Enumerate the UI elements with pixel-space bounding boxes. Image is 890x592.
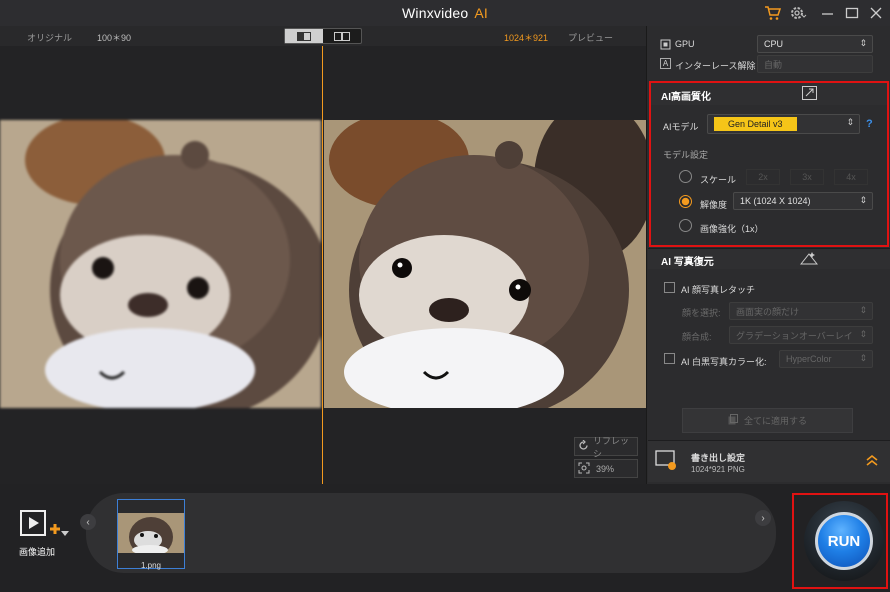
updown-icon: ⇕ [859, 353, 867, 363]
restore-title: AI 写真復元 [661, 257, 714, 268]
colorize-label: AI 白黒写真カラー化: [681, 357, 767, 367]
gpu-label: GPU [675, 39, 695, 49]
export-settings-icon [655, 450, 679, 477]
view-mode-toggle[interactable] [284, 28, 362, 44]
gpu-select[interactable]: CPU ⇕ [757, 35, 873, 53]
file-strip [86, 493, 776, 573]
thumbnail-name: 1.png [140, 561, 162, 570]
face-select-label: 顔を選択: [682, 308, 721, 318]
minimize-icon[interactable] [819, 4, 837, 22]
add-image-button[interactable] [20, 509, 60, 546]
refresh-button[interactable]: リフレッシ [574, 436, 638, 459]
face-retouch-label: AI 顔写真レタッチ [681, 285, 756, 295]
face-select-value: 画面実の顔だけ [736, 306, 800, 317]
settings-gear-icon[interactable] [789, 4, 807, 22]
original-resolution: 100＊90 [97, 33, 132, 43]
updown-icon: ⇕ [859, 38, 867, 48]
cart-icon[interactable] [763, 4, 782, 22]
colorize-dropdown: HyperColor ⇕ [779, 350, 873, 368]
maximize-icon[interactable] [843, 4, 861, 22]
expand-up-icon[interactable] [866, 453, 878, 471]
thumbnail-image [118, 513, 184, 557]
highlight-box-run [792, 493, 888, 589]
updown-icon: ⇕ [859, 305, 867, 315]
file-thumbnail[interactable]: 1.png [117, 499, 185, 570]
compare-divider[interactable] [322, 46, 323, 484]
zoom-control[interactable]: 39% [574, 459, 638, 478]
colorize-value: HyperColor [786, 354, 832, 364]
restore-section-icon [799, 251, 819, 270]
export-settings-label: 書き出し設定 [691, 453, 746, 463]
preview-image [324, 120, 646, 408]
preview-resolution: 1024＊921 [504, 33, 549, 43]
add-image-dropdown-icon[interactable] [61, 531, 69, 536]
face-blend-label: 顔合成: [682, 332, 712, 342]
highlight-box-enhance [649, 81, 889, 247]
colorize-checkbox[interactable] [664, 353, 675, 364]
face-retouch-checkbox[interactable] [664, 282, 675, 293]
zoom-value: 39% [596, 463, 615, 474]
face-blend-value: グラデーションオーバーレイ [736, 330, 853, 341]
app-title: Winxvideo AI [401, 5, 489, 21]
face-select-dropdown: 画面実の顔だけ ⇕ [729, 302, 873, 320]
split-view-icon[interactable] [285, 29, 323, 43]
refresh-icon [578, 439, 589, 453]
apply-all-label: 全てに適用する [743, 416, 807, 426]
gpu-value: CPU [764, 39, 784, 49]
preview-label: プレビュー [568, 33, 614, 43]
deinterlace-icon: A [660, 58, 671, 69]
apply-all-button: 全てに適用する [682, 408, 853, 433]
zoom-fit-icon [578, 462, 590, 476]
add-image-label: 画像追加 [19, 547, 56, 557]
export-info: 1024*921 PNG [691, 465, 745, 474]
scroll-right-icon[interactable]: › [755, 510, 771, 526]
updown-icon: ⇕ [859, 329, 867, 339]
deinterlace-label: インターレース解除 [675, 61, 756, 71]
add-image-icon [20, 510, 60, 536]
export-settings-bar[interactable] [648, 440, 890, 482]
close-icon[interactable] [867, 4, 885, 22]
face-blend-dropdown: グラデーションオーバーレイ ⇕ [729, 326, 873, 344]
original-label: オリジナル [27, 33, 73, 43]
apply-all-icon [728, 414, 738, 427]
scroll-left-icon[interactable]: ‹ [80, 514, 96, 530]
deinterlace-select: 自動 [757, 55, 873, 73]
original-image [0, 120, 321, 408]
refresh-label: リフレッシ [593, 435, 630, 459]
side-by-side-icon[interactable] [323, 29, 361, 43]
gpu-icon [660, 37, 671, 55]
